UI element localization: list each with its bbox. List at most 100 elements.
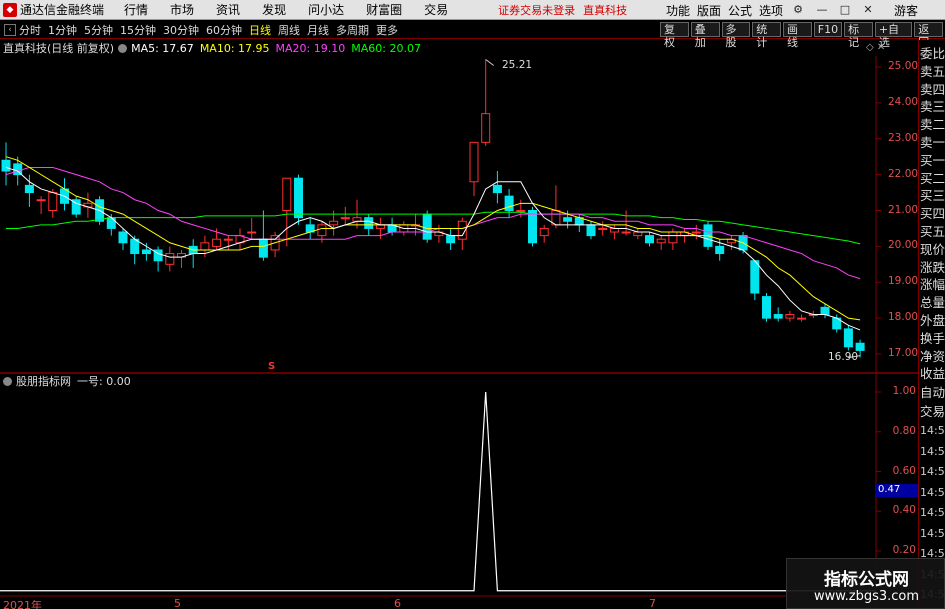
candle-body [329,220,339,226]
current-value-tag: 0.47 [876,484,918,497]
menu-item-layout[interactable]: 版面 [697,2,721,19]
indicator-tick-label: 1.00 [892,385,916,397]
candle [750,260,760,301]
guest-user[interactable]: 游客 [894,2,918,19]
tick-time: 14:56 [920,526,945,540]
period-weekly[interactable]: 周线 [278,22,300,38]
candle [223,235,233,250]
draw-line-button[interactable]: 画线 [783,22,812,49]
menu-item-market[interactable]: 市场 [170,1,194,18]
candle-body [258,238,268,258]
quote-field-label: 涨跌 [920,259,945,275]
period-monthly[interactable]: 月线 [307,22,329,38]
candle-body [247,231,257,234]
candle [130,235,140,265]
tick-time: 14:56 [920,465,945,478]
menu-item-ask[interactable]: 问小达 [308,1,344,18]
tick-time: 14:56 [920,485,945,499]
indicator-value: 一号: 0.00 [77,375,131,388]
back-button[interactable]: 返回 [914,22,944,49]
indicator-line [0,391,876,592]
kline-chart[interactable] [0,40,918,609]
candle-body [586,224,596,237]
x-axis-month-5: 5 [174,597,181,609]
panel-toggle-icon[interactable]: ‹ [4,23,16,36]
minimize-icon[interactable]: — [815,3,829,17]
adjust-button[interactable]: 复权 [660,22,689,49]
quote-field-label: 收益 [920,366,945,382]
candle-body [165,253,175,265]
candle [481,59,491,146]
close-icon[interactable]: ✕ [861,3,875,17]
candle-body [750,260,760,294]
candle-body [621,231,631,234]
candle [340,206,350,225]
menu-item-formula[interactable]: 公式 [728,2,752,19]
candle [621,210,631,236]
candle [762,293,771,322]
candle-body [446,235,456,244]
period-intraday[interactable]: 分时 [19,22,41,38]
candle-body [223,238,233,241]
period-multi[interactable]: 多周期 [336,22,369,38]
add-favorite-button[interactable]: +自选 [874,22,913,49]
candle [60,178,69,211]
period-daily[interactable]: 日线 [249,22,271,38]
candle [177,249,186,268]
settings-icon[interactable]: ⚙ [791,3,805,17]
candle-body [212,238,222,247]
f10-button[interactable]: F10 [813,22,843,37]
menu-item-trade[interactable]: 交易 [424,1,448,18]
trade-field-label[interactable]: 自动 [920,384,945,402]
quote-field-label: 换手 [920,330,945,346]
maximize-icon[interactable]: □ [838,3,852,17]
candle [141,242,151,261]
trade-login-warning[interactable]: 证券交易未登录 [498,2,575,18]
indicator-options-icon[interactable] [3,376,12,386]
low-price-annotation: 16.90 [828,351,859,363]
quote-field-label: 卖二 [920,117,945,133]
x-axis-month-6: 6 [394,597,401,609]
quote-field-label: 现价 [920,241,945,257]
period-5min[interactable]: 5分钟 [84,22,113,38]
multi-stock-button[interactable]: 多股 [721,22,751,49]
candle [446,228,456,250]
candle-body [118,231,128,244]
period-toolbar: ‹ 分时 1分钟 5分钟 15分钟 30分钟 60分钟 日线 周线 月线 多周期… [0,21,945,49]
price-tick-label: 23.00 [888,131,919,144]
period-60min[interactable]: 60分钟 [206,22,242,38]
candle [282,177,292,247]
menu-item-function[interactable]: 功能 [666,2,690,19]
candle-body [317,224,327,237]
statistics-button[interactable]: 统计 [752,22,781,49]
price-tick-label: 20.00 [888,239,919,252]
period-30min[interactable]: 30分钟 [163,22,199,38]
quote-field-label: 买三 [920,188,945,204]
candle-body [539,227,549,237]
menu-item-market-quotes[interactable]: 行情 [124,1,148,18]
overlay-button[interactable]: 叠加 [690,22,720,49]
menu-item-wealth-circle[interactable]: 财富圈 [366,1,402,18]
candle-body [141,249,151,255]
candle-body [36,199,46,202]
quote-field-label: 总量 [920,295,945,311]
menu-item-options[interactable]: 选项 [759,2,783,19]
period-15min[interactable]: 15分钟 [120,22,156,38]
mark-button[interactable]: 标记 [844,22,873,49]
menu-item-discover[interactable]: 发现 [262,1,286,18]
period-1min[interactable]: 1分钟 [48,22,77,38]
candle-body [843,328,853,348]
candle-body [340,217,350,220]
indicator-tick-label: 0.40 [892,504,916,517]
period-more[interactable]: 更多 [376,22,398,38]
candle [36,196,46,215]
watermark: 指标公式网 www.zbgs3.com [786,558,945,609]
price-tick-label: 17.00 [888,347,919,359]
trade-field-label[interactable]: 交易 [920,403,945,421]
candle [83,192,93,218]
menu-item-news[interactable]: 资讯 [216,1,240,18]
candle [305,217,315,240]
quote-field-label: 卖五 [920,63,945,79]
candle-body [422,213,432,240]
candle [785,310,795,322]
